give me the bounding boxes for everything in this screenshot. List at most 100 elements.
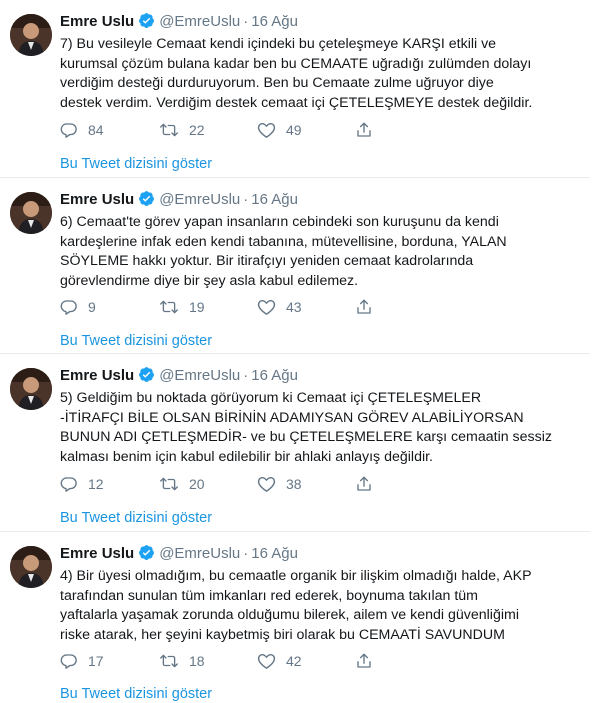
author-handle[interactable]: @EmreUslu (159, 367, 240, 384)
tweet-text-line: 4) Bir üyesi olmadığım, bu cemaatle orga… (60, 568, 532, 584)
tweet-actions: 12 20 38 (60, 474, 460, 494)
share-icon (355, 121, 373, 139)
tweet[interactable]: Emre Uslu @EmreUslu · 16 Ağu 7) Bu vesileyl… (0, 0, 590, 178)
tweet-text: 6) Cemaat'te görev yapan insanların cebi… (60, 213, 575, 291)
tweet[interactable]: Emre Uslu @EmreUslu · 16 Ağu 5) Geldiğim bu… (0, 354, 590, 532)
retweet-count: 19 (189, 299, 205, 315)
retweet-count: 20 (189, 476, 205, 492)
separator-dot: · (243, 191, 249, 208)
share-button[interactable] (355, 474, 373, 494)
tweet-text: 4) Bir üyesi olmadığım, bu cemaatle orga… (60, 567, 575, 645)
tweet-date[interactable]: 16 Ağu (251, 367, 298, 384)
tweet-text-line: tarafından sunulan tüm imkanları red ede… (60, 587, 478, 604)
retweet-icon (159, 298, 179, 316)
avatar[interactable] (10, 192, 52, 234)
reply-icon (60, 475, 78, 493)
timeline: Emre Uslu @EmreUslu · 16 Ağu 7) Bu vesileyl… (0, 0, 601, 702)
like-button[interactable]: 49 (257, 120, 302, 140)
tweet-text-line: verdiğim desteği durduruyorum. Ben bu Ce… (60, 75, 494, 92)
retweet-count: 22 (189, 122, 205, 138)
reply-button[interactable]: 9 (60, 297, 96, 317)
retweet-count: 18 (189, 653, 205, 669)
share-button[interactable] (355, 651, 373, 671)
tweet-text: 5) Geldiğim bu noktada görüyorum ki Cema… (60, 389, 575, 467)
reply-count: 9 (88, 299, 96, 315)
retweet-button[interactable]: 20 (159, 474, 205, 494)
author-handle[interactable]: @EmreUslu (159, 191, 240, 208)
tweet-text-line: BUNUN ADI ÇETLEŞMEDİR- ve bu ÇETELEŞMELE… (60, 429, 552, 446)
reply-count: 17 (88, 653, 104, 669)
separator-dot: · (243, 367, 249, 384)
tweet-date[interactable]: 16 Ağu (251, 191, 298, 208)
tweet-text-line: -İTİRAFÇI BİLE OLSAN BİRİNİN ADAMIYSAN G… (60, 409, 524, 426)
tweet-header: Emre Uslu @EmreUslu · 16 Ağu (60, 366, 298, 389)
heart-icon (257, 298, 276, 316)
verified-badge-icon (138, 190, 155, 213)
heart-icon (257, 121, 276, 139)
tweet-header: Emre Uslu @EmreUslu · 16 Ağu (60, 12, 298, 35)
author-name[interactable]: Emre Uslu (60, 13, 134, 30)
tweet-actions: 17 18 42 (60, 651, 460, 671)
retweet-button[interactable]: 18 (159, 651, 205, 671)
retweet-icon (159, 475, 179, 493)
tweet-text-line: 7) Bu vesileyle Cemaat kendi içindeki bu… (60, 36, 497, 52)
avatar[interactable] (10, 546, 52, 588)
like-count: 42 (286, 653, 302, 669)
author-name[interactable]: Emre Uslu (60, 367, 134, 384)
like-count: 38 (286, 476, 302, 492)
share-icon (355, 298, 373, 316)
reply-icon (60, 298, 78, 316)
reply-button[interactable]: 84 (60, 120, 104, 140)
show-thread-link[interactable]: Bu Tweet dizisini göster (60, 685, 212, 703)
tweet-date[interactable]: 16 Ağu (251, 13, 298, 30)
like-count: 43 (286, 299, 302, 315)
tweet-text-line: kurumsal çözüm bulana kadar ben bu CEMAA… (60, 55, 532, 72)
share-button[interactable] (355, 297, 373, 317)
like-button[interactable]: 38 (257, 474, 302, 494)
retweet-icon (159, 121, 179, 139)
separator-dot: · (243, 545, 249, 562)
reply-icon (60, 121, 78, 139)
tweet-text-line: riske atarak, her şeyini kaybetmiş biri … (60, 626, 505, 643)
show-thread-link[interactable]: Bu Tweet dizisini göster (60, 509, 212, 527)
tweet-date[interactable]: 16 Ağu (251, 545, 298, 562)
avatar[interactable] (10, 368, 52, 410)
like-count: 49 (286, 122, 302, 138)
retweet-button[interactable]: 19 (159, 297, 205, 317)
author-handle[interactable]: @EmreUslu (159, 13, 240, 30)
heart-icon (257, 652, 276, 670)
tweet-text-line: 6) Cemaat'te görev yapan insanların cebi… (60, 214, 499, 230)
tweet-text-line: 5) Geldiğim bu noktada görüyorum ki Cema… (60, 390, 482, 406)
tweet-text: 7) Bu vesileyle Cemaat kendi içindeki bu… (60, 35, 575, 113)
tweet-text-line: kardeşlerine infak eden kendi tabanına, … (60, 233, 507, 250)
share-icon (355, 475, 373, 493)
verified-badge-icon (138, 544, 155, 567)
reply-icon (60, 652, 78, 670)
tweet-text-line: kalması benim için kabul edilebilir bir … (60, 448, 433, 465)
show-thread-link[interactable]: Bu Tweet dizisini göster (60, 155, 212, 173)
verified-badge-icon (138, 12, 155, 35)
reply-count: 12 (88, 476, 104, 492)
share-icon (355, 652, 373, 670)
tweet[interactable]: Emre Uslu @EmreUslu · 16 Ağu 4) Bir üyesi o… (0, 532, 590, 702)
reply-button[interactable]: 17 (60, 651, 104, 671)
avatar[interactable] (10, 14, 52, 56)
share-button[interactable] (355, 120, 373, 140)
tweet-text-line: yaftalarla yaşamak zorunda olduğumu bile… (60, 607, 519, 624)
author-name[interactable]: Emre Uslu (60, 191, 134, 208)
tweet-actions: 9 19 43 (60, 297, 460, 317)
author-name[interactable]: Emre Uslu (60, 545, 134, 562)
retweet-icon (159, 652, 179, 670)
separator-dot: · (243, 13, 249, 30)
reply-button[interactable]: 12 (60, 474, 104, 494)
tweet-actions: 84 22 49 (60, 120, 460, 140)
like-button[interactable]: 42 (257, 651, 302, 671)
like-button[interactable]: 43 (257, 297, 302, 317)
show-thread-link[interactable]: Bu Tweet dizisini göster (60, 332, 212, 350)
tweet[interactable]: Emre Uslu @EmreUslu · 16 Ağu 6) Cemaat'te g… (0, 178, 590, 354)
reply-count: 84 (88, 122, 104, 138)
retweet-button[interactable]: 22 (159, 120, 205, 140)
verified-badge-icon (138, 366, 155, 389)
author-handle[interactable]: @EmreUslu (159, 545, 240, 562)
tweet-text-line: görevlendirme diye bir şey asla kabul ed… (60, 272, 359, 289)
